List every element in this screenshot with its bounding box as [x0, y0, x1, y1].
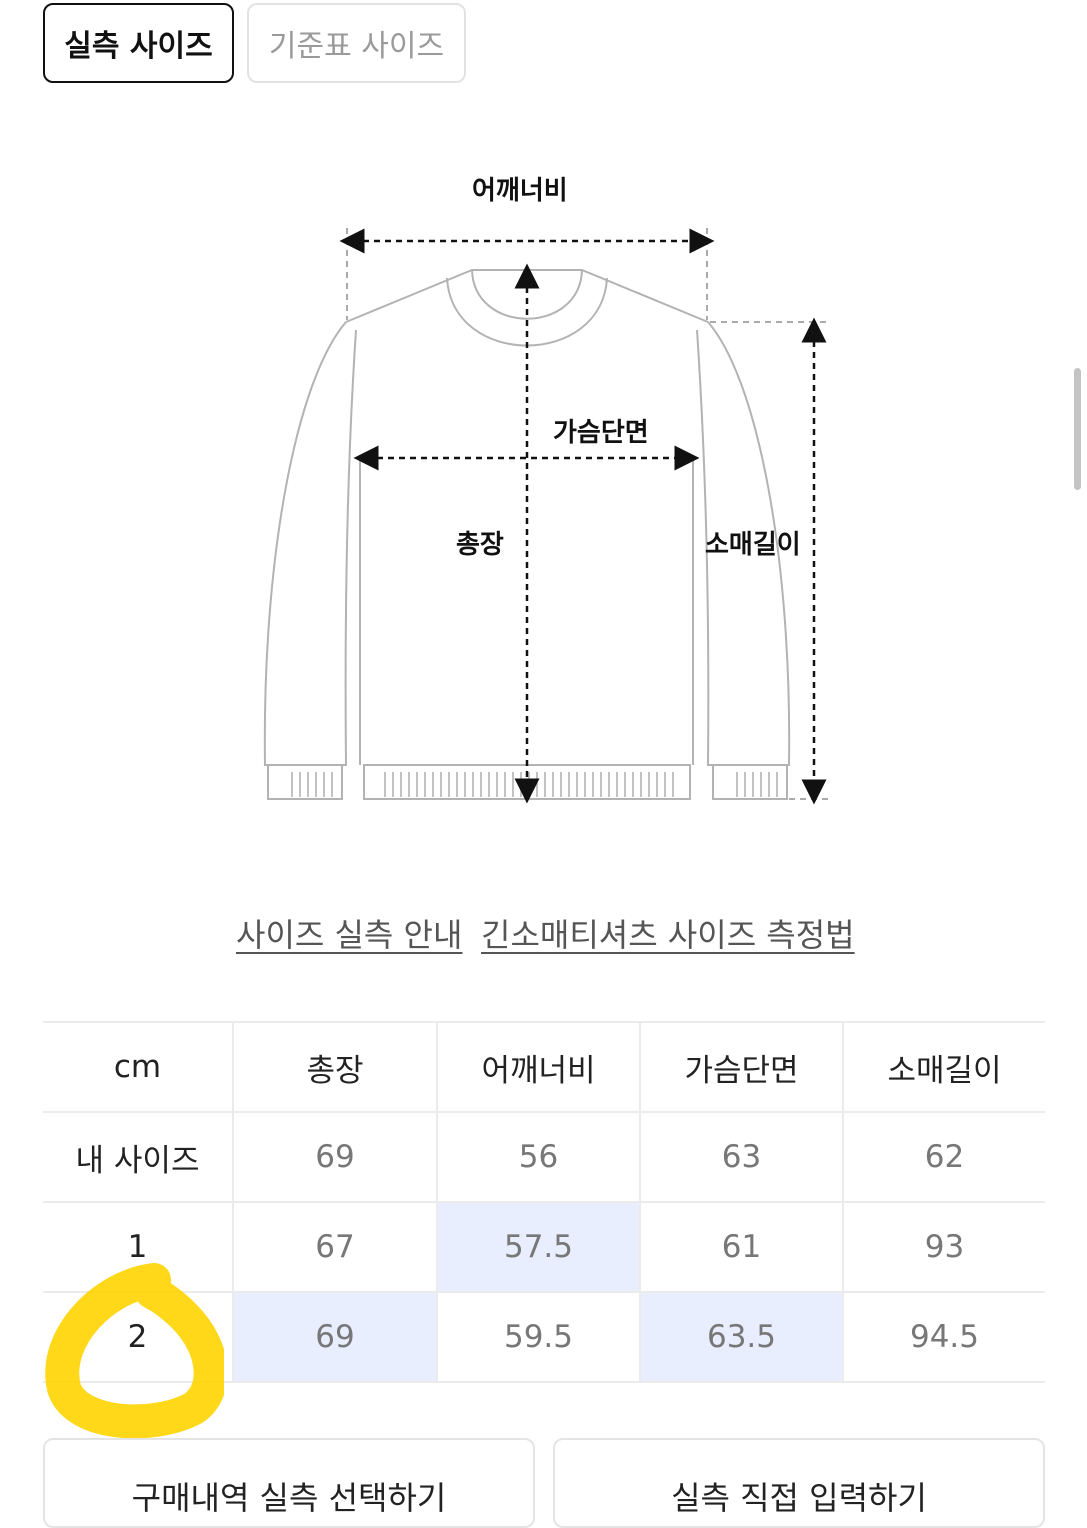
table-row-size-1[interactable]: 1 67 57.5 61 93 — [43, 1201, 1045, 1292]
table-cell-highlighted: 63.5 — [639, 1291, 843, 1383]
enter-measurement-directly-button[interactable]: 실측 직접 입력하기 — [553, 1438, 1045, 1528]
table-row-size-2[interactable]: 2 69 59.5 63.5 94.5 — [43, 1291, 1045, 1383]
chest-width-label: 가슴단면 — [553, 418, 649, 448]
table-cell: 69 — [232, 1111, 437, 1202]
table-row-my-size[interactable]: 내 사이즈 69 56 63 62 — [43, 1111, 1045, 1202]
table-cell: 59.5 — [436, 1291, 640, 1383]
size-measure-guide-link[interactable]: 사이즈 실측 안내 — [236, 910, 462, 956]
header-shoulder: 어깨너비 — [436, 1021, 640, 1112]
scrollbar[interactable] — [1074, 368, 1081, 490]
table-cell-highlighted: 69 — [232, 1291, 437, 1383]
table-cell: 62 — [842, 1111, 1045, 1202]
header-unit: cm — [43, 1021, 233, 1112]
header-chest: 가슴단면 — [639, 1021, 843, 1112]
total-length-label: 총장 — [456, 530, 504, 560]
table-cell-highlighted: 57.5 — [436, 1201, 640, 1292]
table-header-row: cm 총장 어깨너비 가슴단면 소매길이 — [43, 1021, 1045, 1112]
select-from-purchase-history-button[interactable]: 구매내역 실측 선택하기 — [43, 1438, 535, 1528]
table-cell: 94.5 — [842, 1291, 1045, 1383]
shoulder-width-label: 어깨너비 — [472, 176, 568, 206]
row-label: 1 — [43, 1201, 233, 1292]
sleeve-length-label: 소매길이 — [705, 530, 801, 560]
table-cell: 56 — [436, 1111, 640, 1202]
sweatshirt-diagram — [263, 228, 828, 805]
table-cell: 61 — [639, 1201, 843, 1292]
table-cell: 67 — [232, 1201, 437, 1292]
long-sleeve-measure-method-link[interactable]: 긴소매티셔츠 사이즈 측정법 — [481, 910, 855, 956]
row-label: 내 사이즈 — [43, 1111, 233, 1202]
table-cell: 63 — [639, 1111, 843, 1202]
size-table: cm 총장 어깨너비 가슴단면 소매길이 내 사이즈 69 56 63 62 1… — [43, 1021, 1045, 1383]
header-total-length: 총장 — [232, 1021, 437, 1112]
row-label: 2 — [43, 1291, 233, 1383]
table-cell: 93 — [842, 1201, 1045, 1292]
header-sleeve: 소매길이 — [842, 1021, 1045, 1112]
